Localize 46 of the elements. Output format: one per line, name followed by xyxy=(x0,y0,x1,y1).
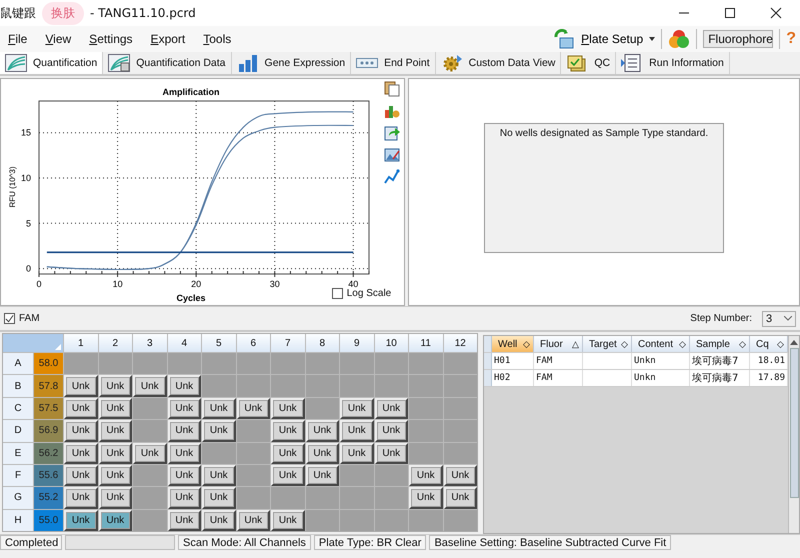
x-tick-label: 40 xyxy=(348,279,358,289)
temperature-cell: 55.2 xyxy=(34,487,63,509)
column-title: Fluor xyxy=(540,338,563,350)
status-text: Plate Type: BR Clear xyxy=(314,535,426,550)
column-title: Sample xyxy=(696,338,730,350)
chart-title: Amplification xyxy=(162,87,220,97)
table-cell-text: 埃可病毒7 xyxy=(692,372,738,385)
step-number-label: Step Number: xyxy=(690,313,752,324)
x-tick-label: 10 xyxy=(112,279,123,289)
y-tick-label: 15 xyxy=(20,128,31,138)
table-cell: 18.01 xyxy=(758,356,785,366)
status-text: Completed xyxy=(0,535,62,550)
temperature-cell: 56.2 xyxy=(34,442,63,464)
y-tick-label: 10 xyxy=(20,173,31,183)
column-title: Cq xyxy=(756,338,769,350)
table-cell: H01 xyxy=(494,356,510,366)
x-tick-label: 30 xyxy=(270,279,280,289)
checkbox-label: Log Scale xyxy=(346,288,392,299)
table-cell: Unkn xyxy=(634,356,656,366)
table-cell: Unkn xyxy=(634,373,656,383)
temperature-cell: 58.0 xyxy=(34,353,63,374)
table-cell: FAM xyxy=(536,373,552,383)
column-title: Content xyxy=(638,338,674,350)
column-title: Target xyxy=(589,338,617,350)
temperature-cell: 55.0 xyxy=(34,510,63,531)
checkbox-label: FAM xyxy=(19,313,40,324)
column-title: Well xyxy=(498,338,518,350)
window-title: - TANG11.10.pcrd xyxy=(90,6,196,20)
temperature-cell: 55.6 xyxy=(34,464,63,486)
y-tick-label: 5 xyxy=(26,218,31,228)
temperature-cell: 56.9 xyxy=(34,420,63,442)
temperature-cell: 57.8 xyxy=(34,375,63,397)
x-tick-label: 0 xyxy=(36,279,42,289)
status-text: Scan Mode: All Channels xyxy=(178,535,311,550)
table-cell: H02 xyxy=(494,373,510,383)
message-text: No wells designated as Sample Type standard. xyxy=(500,128,708,139)
x-axis-label: Cycles xyxy=(176,293,206,303)
y-tick-label: 0 xyxy=(26,264,31,274)
table-cell: 17.89 xyxy=(758,373,785,383)
window-title: 鼠键跟 xyxy=(0,4,36,22)
y-axis-label: RFU (10^3) xyxy=(8,166,17,208)
status-text: Baseline Setting: Baseline Subtracted Curve Fit xyxy=(429,535,672,550)
table-cell-text: 埃可病毒7 xyxy=(692,354,738,368)
temperature-cell: 57.5 xyxy=(34,398,63,420)
table-cell: FAM xyxy=(536,356,552,366)
x-tick-label: 20 xyxy=(191,279,202,289)
